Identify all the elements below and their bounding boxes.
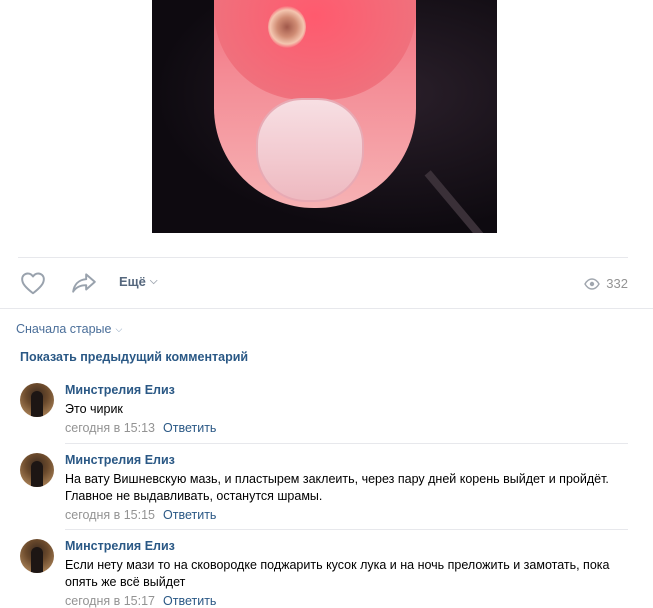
share-arrow-icon <box>71 271 97 300</box>
reply-button[interactable]: Ответить <box>163 508 216 522</box>
comment-time[interactable]: сегодня в 15:13 <box>65 421 155 435</box>
post-actions-bar: Ещё ⌵ 332 <box>0 268 653 298</box>
photo-background-object <box>424 170 497 233</box>
post-photo[interactable] <box>152 0 497 233</box>
comment-meta: сегодня в 15:13 Ответить <box>65 421 216 435</box>
divider <box>65 529 628 530</box>
more-label: Ещё <box>119 274 146 289</box>
chevron-down-icon: ⌵ <box>149 276 158 287</box>
comment-author[interactable]: Минстрелия Елиз <box>65 539 175 553</box>
avatar[interactable] <box>20 383 54 417</box>
eye-icon <box>584 277 601 290</box>
comment-time[interactable]: сегодня в 15:17 <box>65 594 155 608</box>
views-counter: 332 <box>584 276 628 291</box>
sort-label: Сначала старые <box>16 322 112 336</box>
reply-button[interactable]: Ответить <box>163 594 216 608</box>
share-button[interactable] <box>71 271 97 300</box>
more-button[interactable]: Ещё ⌵ <box>119 274 157 289</box>
avatar[interactable] <box>20 539 54 573</box>
heart-icon <box>20 271 46 300</box>
comment-text: Это чирик <box>65 402 123 416</box>
views-count: 332 <box>606 276 628 291</box>
divider <box>65 443 628 444</box>
show-previous-comment-link[interactable]: Показать предыдущий комментарий <box>20 350 248 364</box>
comment-author[interactable]: Минстрелия Елиз <box>65 383 175 397</box>
comment-time[interactable]: сегодня в 15:15 <box>65 508 155 522</box>
comment-meta: сегодня в 15:17 Ответить <box>65 594 216 608</box>
divider <box>18 257 628 258</box>
photo-nail <box>256 98 364 202</box>
like-button[interactable] <box>20 271 46 300</box>
reply-button[interactable]: Ответить <box>163 421 216 435</box>
avatar[interactable] <box>20 453 54 487</box>
comment-meta: сегодня в 15:15 Ответить <box>65 508 216 522</box>
divider <box>0 308 653 309</box>
photo-wart <box>268 6 306 48</box>
chevron-down-icon: ⌵ <box>115 323 123 334</box>
comment-author[interactable]: Минстрелия Елиз <box>65 453 175 467</box>
comment-text: Если нету мази то на сковородке поджарит… <box>65 558 610 589</box>
comments-sort-dropdown[interactable]: Сначала старые ⌵ <box>16 322 122 336</box>
comment-text: На вату Вишневскую мазь, и пластырем зак… <box>65 472 609 503</box>
